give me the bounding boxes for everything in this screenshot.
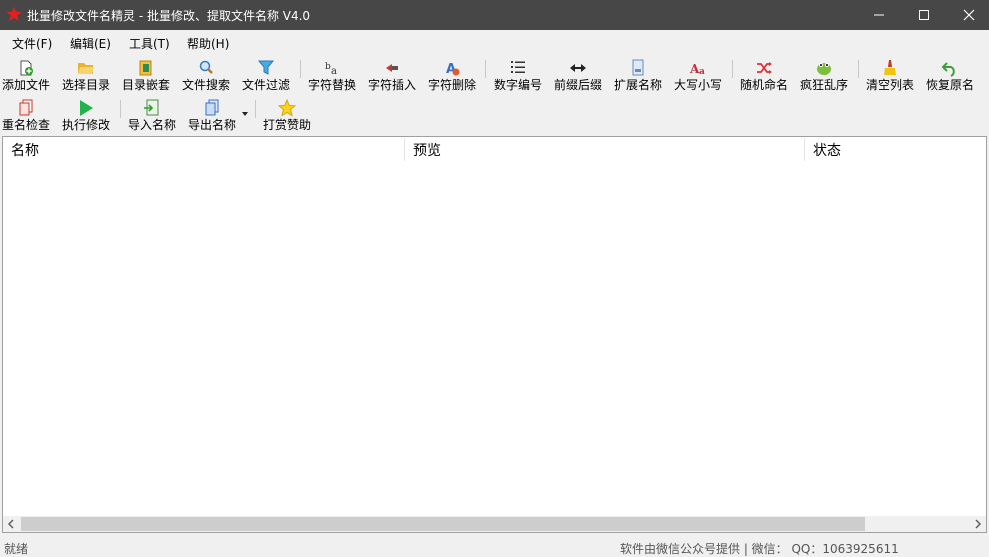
import-names-icon	[144, 99, 159, 116]
scroll-left-icon[interactable]	[3, 516, 20, 532]
delete-chars-label: 字符删除	[427, 78, 476, 92]
export-names-icon	[205, 99, 219, 116]
donate-label: 打赏赞助	[262, 118, 311, 132]
crazy-shuffle-button[interactable]: 疯狂乱序	[794, 56, 854, 94]
column-name-label: 名称	[11, 143, 39, 159]
broom-icon	[884, 60, 896, 75]
star-icon	[278, 99, 296, 117]
number-label: 数字编号	[493, 78, 542, 92]
status-left-text: 就绪	[4, 542, 29, 556]
toolbar-separator	[255, 100, 256, 118]
random-name-label: 随机命名	[739, 78, 788, 92]
shuffle-icon	[757, 62, 772, 74]
file-search-label: 文件搜索	[181, 78, 230, 92]
replace-chars-button[interactable]: b a 字符替换	[302, 56, 362, 94]
case-button[interactable]: A a 大写小写	[668, 56, 728, 94]
clear-list-label: 清空列表	[865, 78, 914, 92]
window-title: 批量修改文件名精灵 - 批量修改、提取文件名称 V4.0	[27, 9, 311, 23]
add-file-button[interactable]: 添加文件	[0, 56, 56, 94]
toolbar-separator	[300, 60, 301, 78]
crazy-shuffle-label: 疯狂乱序	[799, 78, 848, 92]
restore-name-label: 恢复原名	[925, 78, 974, 92]
column-preview-label: 预览	[413, 143, 441, 159]
duplicate-check-label: 重名检查	[1, 118, 50, 132]
column-status-label: 状态	[813, 143, 841, 159]
menu-bar: 文件(F) 编辑(E) 工具(T) 帮助(H)	[0, 30, 989, 54]
random-name-button[interactable]: 随机命名	[734, 56, 794, 94]
delete-chars-icon: A	[446, 62, 460, 77]
maximize-button[interactable]	[901, 0, 947, 30]
status-right-text: 软件由微信公众号提供 | 微信： QQ：1063925611	[620, 542, 899, 556]
close-button[interactable]	[946, 0, 989, 30]
uppercase-lowercase-icon: A a	[689, 62, 705, 77]
nested-folder-icon	[139, 60, 152, 76]
duplicate-check-icon	[19, 99, 33, 116]
nested-folder-label: 目录嵌套	[121, 78, 170, 92]
prefix-suffix-button[interactable]: 前缀后缀	[548, 56, 608, 94]
menu-edit[interactable]: 编辑(E)	[70, 35, 111, 52]
menu-file[interactable]: 文件(F)	[12, 35, 52, 52]
extension-label: 扩展名称	[613, 78, 662, 92]
replace-chars-icon: b a	[325, 62, 337, 77]
file-filter-label: 文件过滤	[241, 78, 290, 92]
maximize-icon	[919, 10, 929, 20]
insert-chars-button[interactable]: 字符插入	[362, 56, 422, 94]
open-folder-icon	[78, 63, 94, 74]
replace-chars-label: 字符替换	[307, 78, 356, 92]
number-button[interactable]: 数字编号	[488, 56, 548, 94]
add-file-label: 添加文件	[1, 78, 50, 92]
extension-icon	[632, 59, 644, 76]
insert-chars-icon	[386, 64, 398, 72]
nested-folder-button[interactable]: 目录嵌套	[116, 56, 176, 94]
title-bar: 批量修改文件名精灵 - 批量修改、提取文件名称 V4.0	[0, 0, 989, 30]
donate-button[interactable]: 打赏赞助	[257, 96, 317, 134]
horizontal-scrollbar[interactable]	[3, 516, 986, 532]
red-star-icon	[6, 6, 22, 21]
undo-arrow-icon	[941, 62, 955, 77]
prefix-suffix-label: 前缀后缀	[553, 78, 602, 92]
execute-label: 执行修改	[61, 118, 110, 132]
scroll-right-icon[interactable]	[969, 516, 986, 532]
scrollbar-thumb[interactable]	[21, 517, 865, 531]
numbered-list-icon	[511, 61, 525, 73]
close-icon	[963, 9, 975, 21]
toolbar-separator	[120, 100, 121, 118]
minimize-button[interactable]	[856, 0, 902, 30]
insert-chars-label: 字符插入	[367, 78, 416, 92]
duplicate-check-button[interactable]: 重名检查	[0, 96, 56, 134]
magnifier-icon	[199, 60, 213, 74]
toolbar-separator	[732, 60, 733, 78]
file-filter-button[interactable]: 文件过滤	[236, 56, 296, 94]
column-header-status[interactable]: 状态	[805, 137, 986, 162]
execute-button[interactable]: 执行修改	[56, 96, 116, 134]
case-label: 大写小写	[673, 78, 722, 92]
minimize-icon	[874, 14, 884, 16]
file-list[interactable]: 名称 预览 状态	[2, 136, 987, 533]
export-dropdown-arrow-icon[interactable]	[242, 112, 248, 116]
status-bar: 就绪 软件由微信公众号提供 | 微信： QQ：1063925611	[0, 537, 989, 556]
restore-name-button[interactable]: 恢复原名	[920, 56, 980, 94]
prefix-suffix-arrows-icon	[570, 64, 586, 72]
toolbar: 添加文件 选择目录 目录嵌套 文件搜索 文件过滤 b a 字符替换 字符插入 A…	[0, 54, 989, 134]
export-names-label: 导出名称	[187, 118, 236, 132]
play-icon	[80, 100, 93, 116]
funnel-icon	[257, 60, 275, 75]
toolbar-separator	[858, 60, 859, 78]
clear-list-button[interactable]: 清空列表	[860, 56, 920, 94]
import-names-label: 导入名称	[127, 118, 176, 132]
export-names-button[interactable]: 导出名称	[182, 96, 242, 134]
import-names-button[interactable]: 导入名称	[122, 96, 182, 134]
file-search-button[interactable]: 文件搜索	[176, 56, 236, 94]
menu-tools[interactable]: 工具(T)	[129, 35, 170, 52]
frog-icon	[817, 63, 831, 75]
select-folder-button[interactable]: 选择目录	[56, 56, 116, 94]
toolbar-separator	[485, 60, 486, 78]
column-header-name[interactable]: 名称	[3, 137, 405, 162]
extension-button[interactable]: 扩展名称	[608, 56, 668, 94]
delete-chars-button[interactable]: A 字符删除	[422, 56, 482, 94]
select-folder-label: 选择目录	[61, 78, 110, 92]
column-header-preview[interactable]: 预览	[405, 137, 805, 162]
add-file-icon	[20, 60, 33, 76]
menu-help[interactable]: 帮助(H)	[187, 35, 229, 52]
